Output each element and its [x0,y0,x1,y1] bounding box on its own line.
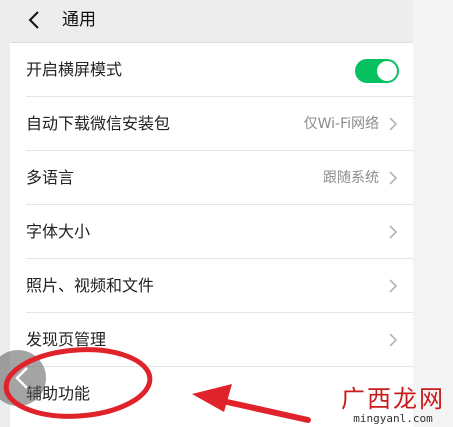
setting-value: 跟随系统 [323,170,379,186]
chevron-right-icon [389,171,398,185]
setting-row-language[interactable]: 多语言 跟随系统 [10,151,413,205]
page-title: 通用 [62,10,96,30]
setting-row-font-size[interactable]: 字体大小 [10,205,413,259]
setting-label: 照片、视频和文件 [26,276,155,295]
setting-row-auto-download[interactable]: 自动下载微信安装包 仅Wi-Fi网络 [10,97,413,151]
setting-row-discover-manage[interactable]: 发现页管理 [10,313,413,367]
chevron-right-icon [389,117,398,131]
chevron-right-icon [389,225,398,239]
general-settings-page: 通用 开启横屏模式 自动下载微信安装包 仅Wi-Fi网络 多语言 跟随系统 字体… [10,0,413,427]
watermark: 广西龙网 mingyanl.com [341,386,445,425]
setting-label: 多语言 [26,168,75,187]
watermark-url: mingyanl.com [353,412,433,425]
chevron-right-icon [389,333,398,347]
nav-bar: 通用 [10,0,413,43]
setting-value: 仅Wi-Fi网络 [303,116,379,132]
background-strip-right [413,0,453,427]
chevron-right-icon [389,279,398,293]
back-arrow-icon [15,367,28,389]
setting-label: 开启横屏模式 [26,60,123,79]
toggle-knob [377,61,397,81]
setting-row-media-files[interactable]: 照片、视频和文件 [10,259,413,313]
watermark-text: 广西龙网 [341,385,445,413]
setting-row-landscape-mode: 开启横屏模式 [10,43,413,97]
landscape-mode-toggle[interactable] [355,59,399,83]
setting-label: 字体大小 [26,222,91,241]
setting-label: 自动下载微信安装包 [26,114,171,133]
back-arrow-icon[interactable] [24,9,46,31]
